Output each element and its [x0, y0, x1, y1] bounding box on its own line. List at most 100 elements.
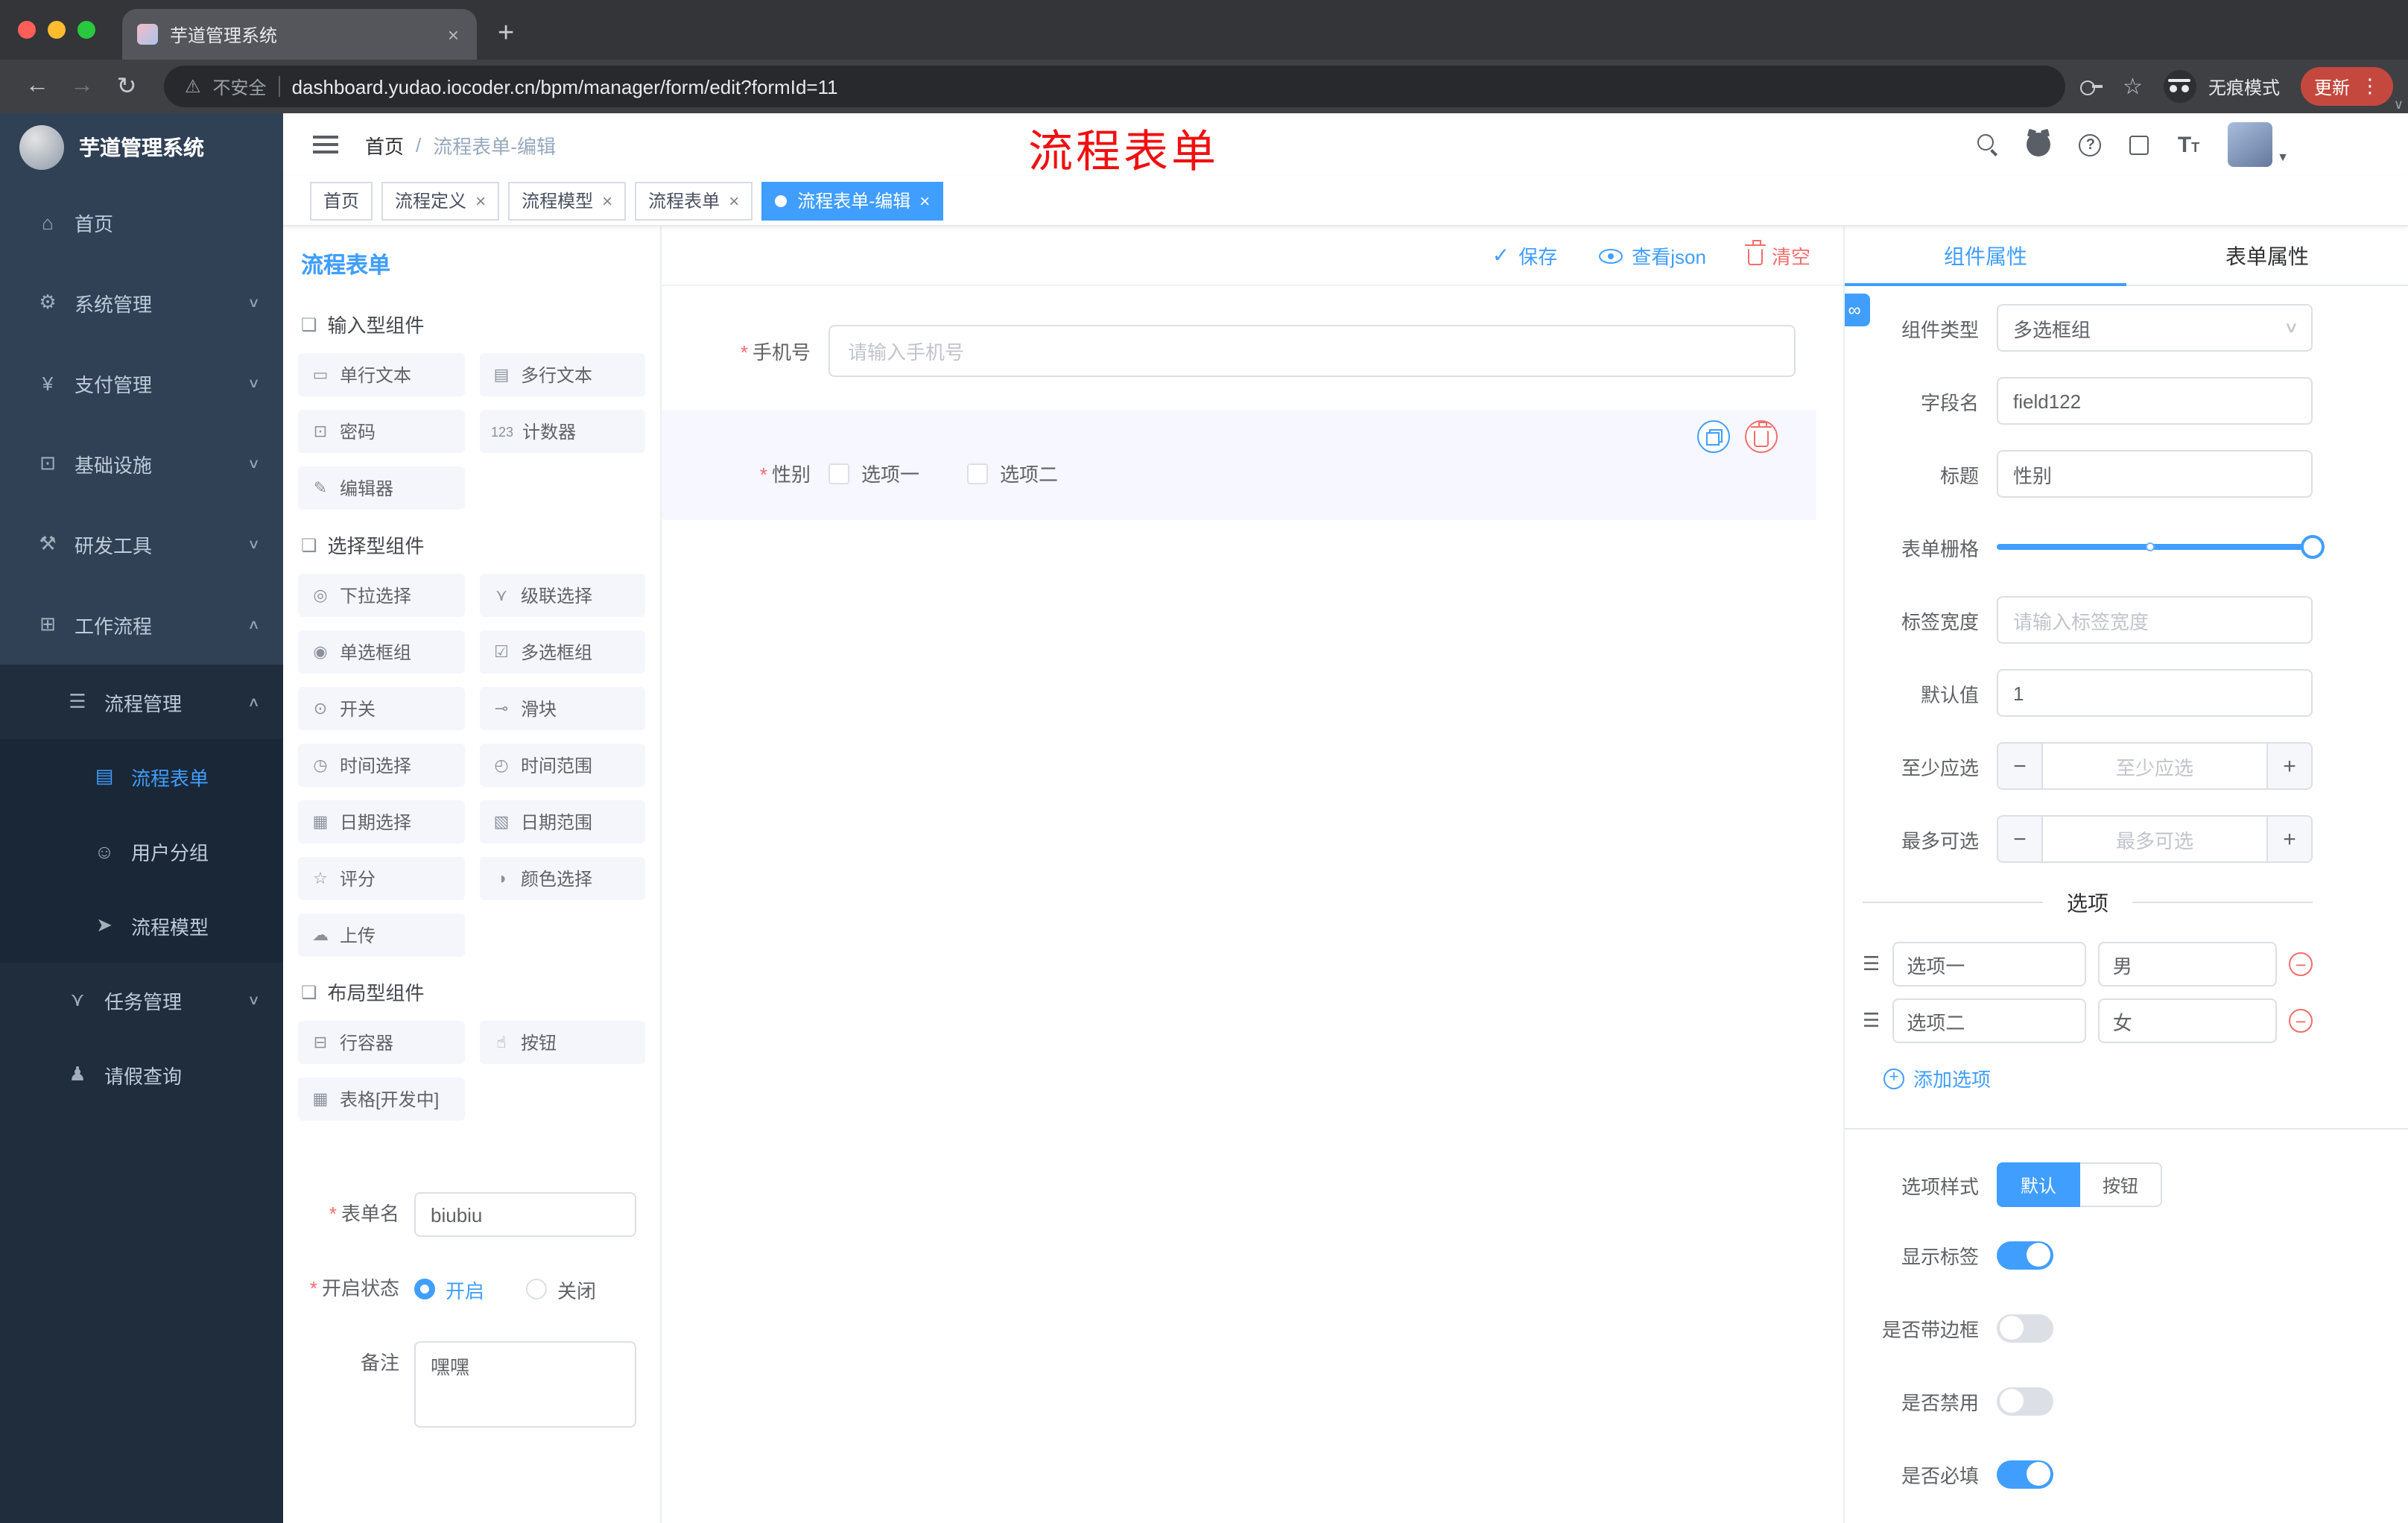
component-time-picker[interactable]: ◷ 时间选择 — [298, 744, 464, 787]
sidebar-item-infrastructure[interactable]: ⊡ 基础设施 ∨ — [0, 423, 283, 504]
view-json-button[interactable]: 查看json — [1599, 241, 1706, 270]
sidebar-item-home[interactable]: ⌂ 首页 — [0, 182, 283, 262]
status-radio-on[interactable]: 开启 — [414, 1275, 484, 1303]
new-tab-button[interactable]: + — [498, 18, 514, 51]
component-textarea[interactable]: ▤ 多行文本 — [479, 353, 645, 396]
bookmark-star-icon[interactable]: ☆ — [2123, 73, 2143, 100]
update-button[interactable]: 更新 ⋮ — [2300, 67, 2393, 106]
sidebar-item-leave-query[interactable]: ♟ 请假查询 — [0, 1037, 283, 1112]
component-date-range[interactable]: ▧ 日期范围 — [479, 800, 645, 843]
component-row-container[interactable]: ⊟ 行容器 — [298, 1021, 464, 1064]
min-select-placeholder[interactable]: 至少应选 — [2043, 744, 2266, 788]
decrease-button[interactable]: − — [1998, 817, 2043, 861]
fullscreen-icon[interactable] — [2129, 135, 2149, 154]
search-icon[interactable] — [1977, 134, 1999, 155]
help-icon[interactable] — [2079, 133, 2102, 156]
option-name-input[interactable]: 选项二 — [1892, 998, 2086, 1043]
required-switch[interactable] — [1997, 1460, 2053, 1488]
tag-process-form-edit[interactable]: 流程表单-编辑 × — [761, 181, 944, 220]
url-bar[interactable]: ⚠ 不安全 dashboard.yudao.iocoder.cn/bpm/man… — [164, 66, 2065, 107]
tag-process-model[interactable]: 流程模型 × — [508, 181, 627, 220]
sidebar-item-workflow[interactable]: ⊞ 工作流程 ∧ — [0, 584, 283, 665]
sidebar-item-user-group[interactable]: ☺ 用户分组 — [0, 814, 283, 888]
close-window-button[interactable] — [18, 21, 36, 39]
tag-close-icon[interactable]: × — [919, 190, 930, 211]
option-value-input[interactable]: 男 — [2097, 942, 2277, 987]
sidebar-item-payment[interactable]: ¥ 支付管理 ∨ — [0, 343, 283, 423]
sidebar-item-devtools[interactable]: ⚒ 研发工具 ∨ — [0, 504, 283, 584]
component-switch[interactable]: ⊙ 开关 — [298, 687, 464, 730]
gender-checkbox-option2[interactable]: 选项二 — [967, 459, 1058, 487]
breadcrumb-home[interactable]: 首页 — [365, 130, 404, 159]
clear-button[interactable]: 清空 — [1744, 240, 1810, 270]
component-time-range[interactable]: ◴ 时间范围 — [479, 744, 645, 787]
font-size-icon[interactable] — [2178, 133, 2199, 156]
tag-process-definition[interactable]: 流程定义 × — [381, 181, 500, 220]
form-grid-slider[interactable] — [1997, 523, 2325, 571]
github-icon[interactable] — [2027, 133, 2051, 156]
component-cascader[interactable]: ⋎ 级联选择 — [479, 574, 645, 617]
label-width-input[interactable]: 请输入标签宽度 — [1997, 596, 2313, 644]
component-slider[interactable]: ⊸ 滑块 — [479, 687, 645, 730]
decrease-button[interactable]: − — [1998, 744, 2043, 788]
gender-checkbox-option1[interactable]: 选项一 — [828, 459, 919, 487]
increase-button[interactable]: + — [2266, 744, 2311, 788]
forward-button[interactable]: → — [60, 73, 104, 100]
default-value-input[interactable]: 1 — [1997, 669, 2313, 717]
tag-home[interactable]: 首页 — [310, 181, 373, 220]
option-style-button-button[interactable]: 按钮 — [2080, 1162, 2163, 1207]
disabled-switch[interactable] — [1997, 1387, 2053, 1415]
component-date-picker[interactable]: ▦ 日期选择 — [298, 800, 464, 843]
toolbar-overflow-chevron-icon[interactable]: ∨ — [2394, 97, 2404, 113]
title-input[interactable]: 性别 — [1997, 450, 2313, 498]
field-name-input[interactable]: field122 — [1997, 377, 2313, 425]
increase-button[interactable]: + — [2266, 817, 2311, 861]
option-value-input[interactable]: 女 — [2097, 998, 2277, 1043]
browser-tab[interactable]: 芋道管理系统 × — [122, 9, 477, 60]
tab-close-icon[interactable]: × — [445, 23, 462, 45]
tag-process-form[interactable]: 流程表单 × — [635, 181, 753, 220]
tag-close-icon[interactable]: × — [602, 190, 612, 211]
component-rate[interactable]: ☆ 评分 — [298, 857, 464, 900]
sidebar-item-process-model[interactable]: ➤ 流程模型 — [0, 888, 283, 963]
reload-button[interactable]: ↻ — [104, 72, 149, 101]
component-counter[interactable]: 123 计数器 — [479, 410, 645, 453]
sidebar-item-task-management[interactable]: ⋎ 任务管理 ∨ — [0, 963, 283, 1037]
option-name-input[interactable]: 选项一 — [1892, 942, 2086, 987]
component-color-picker[interactable]: ◑ 颜色选择 — [479, 857, 645, 900]
tag-close-icon[interactable]: × — [475, 190, 486, 211]
sidebar-item-process-management[interactable]: ☰ 流程管理 ∧ — [0, 665, 283, 739]
avatar-menu[interactable]: ▼ — [2228, 122, 2289, 167]
password-key-icon[interactable] — [2079, 78, 2103, 95]
tab-component-props[interactable]: 组件属性 — [1845, 227, 2126, 286]
component-select[interactable]: ◎ 下拉选择 — [298, 574, 464, 617]
tag-close-icon[interactable]: × — [729, 190, 739, 211]
browser-menu-icon[interactable]: ⋮ — [2360, 75, 2380, 98]
component-type-select[interactable]: 多选框组 ∨ — [1997, 304, 2313, 352]
remark-textarea[interactable]: 嘿嘿 — [414, 1341, 636, 1428]
save-button[interactable]: ✓ 保存 — [1492, 241, 1558, 270]
form-name-input[interactable]: biubiu — [414, 1192, 636, 1237]
drag-handle-icon[interactable]: ☰ — [1863, 952, 1880, 976]
component-table[interactable]: ▦ 表格[开发中] — [298, 1077, 464, 1121]
remove-option-button[interactable]: − — [2289, 952, 2313, 976]
slider-handle[interactable] — [2301, 535, 2325, 559]
component-radio-group[interactable]: ◉ 单选框组 — [298, 630, 464, 674]
component-password[interactable]: ⊡ 密码 — [298, 410, 464, 453]
link-icon[interactable]: ∞ — [1845, 294, 1870, 326]
gender-field-item-selected[interactable]: 性别 选项一 选项二 — [662, 410, 1816, 520]
sidebar-item-system[interactable]: ⚙ 系统管理 ∨ — [0, 262, 283, 343]
show-label-switch[interactable] — [1997, 1241, 2053, 1269]
sidebar-toggle-button[interactable] — [310, 130, 341, 159]
component-editor[interactable]: ✎ 编辑器 — [298, 466, 464, 510]
tab-form-props[interactable]: 表单属性 — [2126, 227, 2408, 285]
sidebar-item-process-form[interactable]: ▤ 流程表单 — [0, 739, 283, 814]
sidebar-logo[interactable]: 芋道管理系统 — [0, 113, 283, 182]
minimize-window-button[interactable] — [48, 21, 66, 39]
option-style-default-button[interactable]: 默认 — [1997, 1162, 2081, 1207]
phone-input[interactable]: 请输入手机号 — [828, 325, 1796, 377]
border-switch[interactable] — [1997, 1314, 2053, 1342]
remove-option-button[interactable]: − — [2289, 1009, 2313, 1033]
max-select-placeholder[interactable]: 最多可选 — [2043, 817, 2266, 861]
component-button[interactable]: ☝ 按钮 — [479, 1021, 645, 1064]
